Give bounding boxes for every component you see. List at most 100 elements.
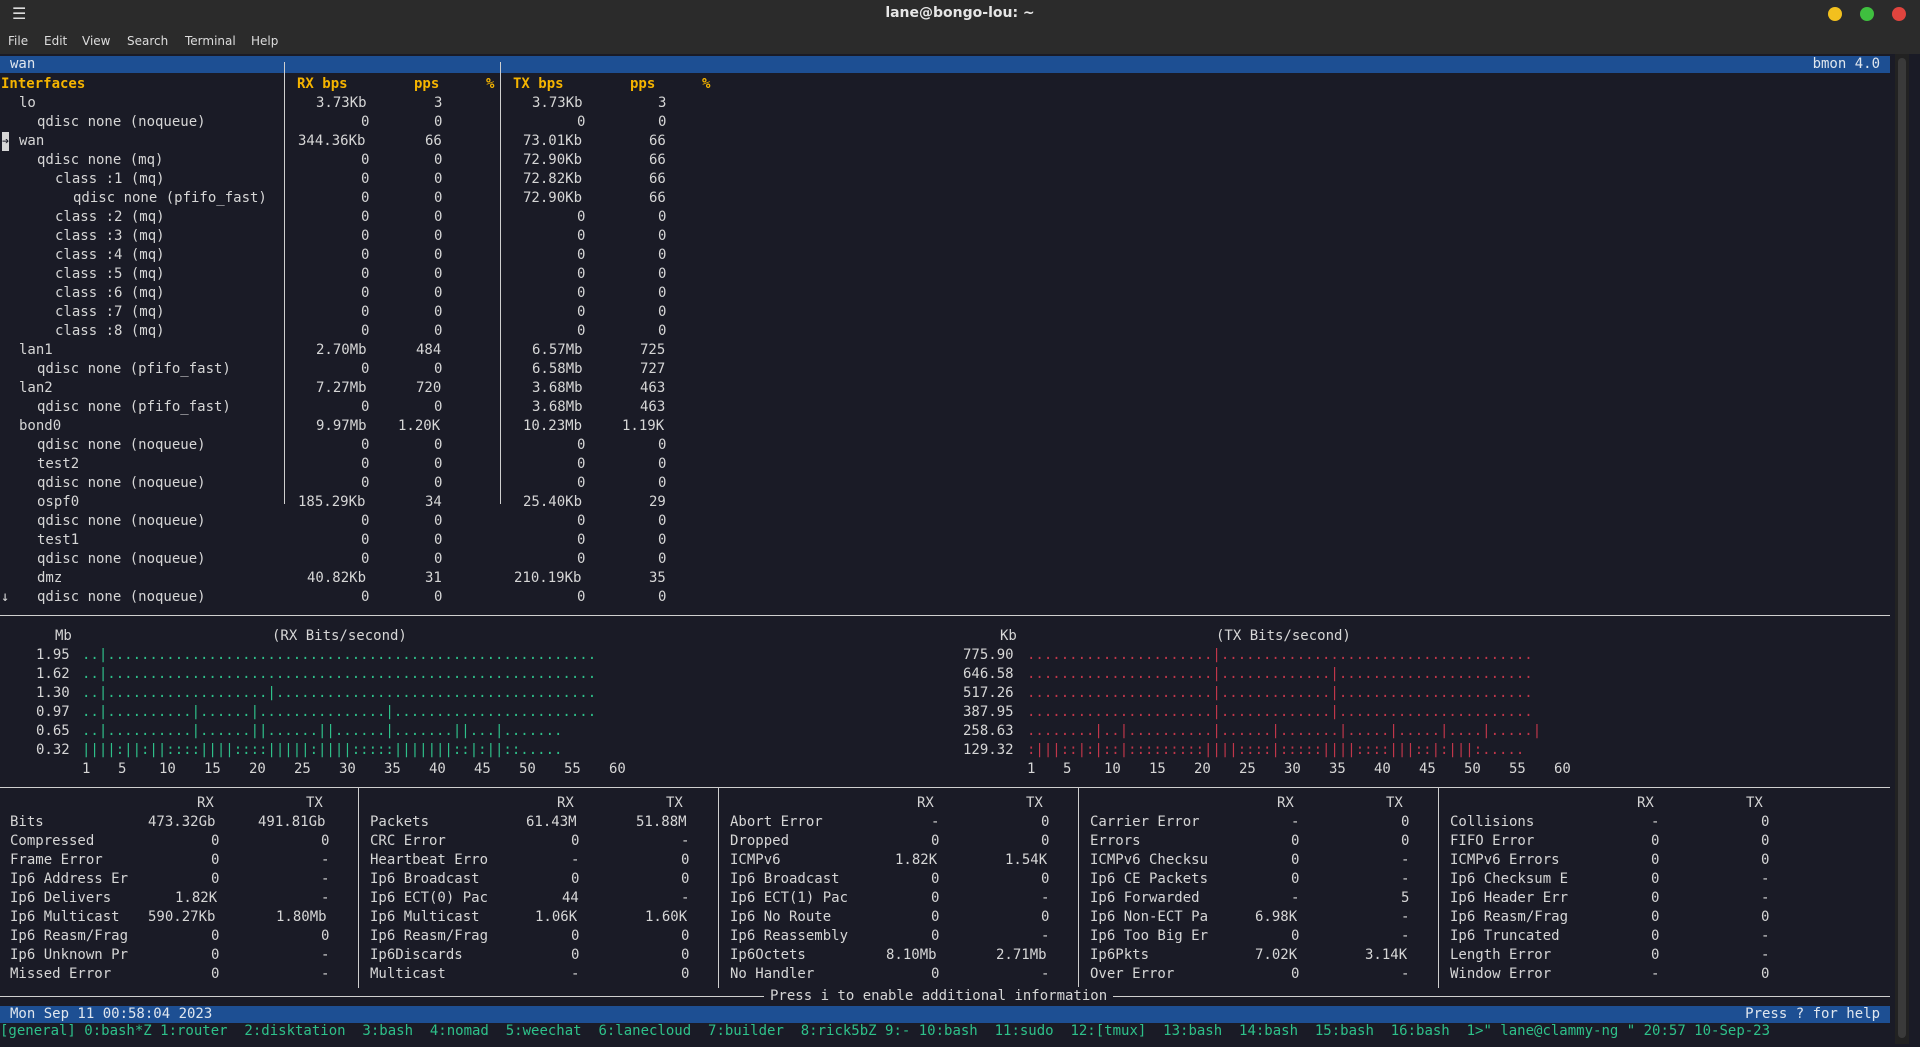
stat-tx-value: 0 — [681, 928, 690, 944]
stat-label: Ip6Discards — [370, 947, 463, 963]
tx-pps-value: 0 — [658, 475, 667, 491]
interface-row-name[interactable]: class :2 (mq) — [55, 208, 165, 227]
rx-pps-value: 0 — [434, 532, 443, 548]
stat-rx-value: 0 — [1291, 833, 1300, 849]
stat-label: Ip6 No Route — [730, 909, 832, 925]
interface-row-name[interactable]: bond0 — [19, 417, 61, 436]
tx-bps-value: 0 — [577, 285, 586, 301]
stat-tx-value: - — [1761, 871, 1770, 887]
stats-column-divider — [1438, 788, 1439, 988]
interface-row-name[interactable]: class :8 (mq) — [55, 322, 165, 341]
interface-row-name[interactable]: qdisc none (noqueue) — [37, 474, 206, 493]
tx-bps-header: TX bps — [513, 76, 564, 92]
tx-pps-value: 0 — [658, 589, 667, 605]
tx-graph-series-line: ......................|.................… — [1027, 647, 1533, 663]
stat-rx-value: - — [1291, 890, 1300, 906]
stats-tx-header: TX — [1746, 795, 1763, 811]
tx-bps-value: 3.68Mb — [532, 380, 583, 396]
menu-edit[interactable]: Edit — [44, 34, 67, 48]
interface-row-name[interactable]: class :6 (mq) — [55, 284, 165, 303]
interface-row-name[interactable]: qdisc none (noqueue) — [37, 588, 206, 607]
rx-graph-series-line: ..|.....................................… — [82, 647, 597, 663]
interface-row-name[interactable]: class :3 (mq) — [55, 227, 165, 246]
interface-row-name[interactable]: test2 — [37, 455, 79, 474]
tx-graph-xtick: 20 — [1194, 761, 1211, 777]
tx-pps-value: 0 — [658, 513, 667, 529]
stat-rx-value: 0 — [1651, 852, 1660, 868]
interface-row-name[interactable]: class :5 (mq) — [55, 265, 165, 284]
interface-row-name[interactable]: ospf0 — [37, 493, 79, 512]
column-divider — [500, 62, 501, 504]
stat-label: Over Error — [1090, 966, 1175, 982]
tx-graph-xtick: 30 — [1284, 761, 1301, 777]
stat-rx-value: 0 — [211, 871, 220, 887]
interface-row-name[interactable]: lan2 — [19, 379, 53, 398]
stat-label: Ip6 Reassembly — [730, 928, 849, 944]
interface-row-name[interactable]: lo — [19, 94, 36, 113]
interface-row-name[interactable]: class :7 (mq) — [55, 303, 165, 322]
stat-rx-value: 0 — [211, 833, 220, 849]
title-bar: ☰ lane@bongo-lou: ~ — [0, 0, 1920, 28]
minimize-button[interactable] — [1828, 7, 1842, 21]
stat-rx-value: 0 — [571, 871, 580, 887]
interface-row-name[interactable]: qdisc none (noqueue) — [37, 512, 206, 531]
maximize-button[interactable] — [1860, 7, 1874, 21]
stat-tx-value: 0 — [1761, 909, 1770, 925]
stats-divider — [0, 787, 1890, 788]
stat-rx-value: 0 — [1651, 890, 1660, 906]
interface-row-name[interactable]: lan1 — [19, 341, 53, 360]
interface-row-name[interactable]: qdisc none (mq) — [37, 151, 163, 170]
interface-row-name[interactable]: wan — [19, 132, 44, 151]
stat-tx-value: 0 — [1401, 833, 1410, 849]
scrollbar-thumb[interactable] — [1898, 58, 1906, 1038]
stat-tx-value: - — [1761, 947, 1770, 963]
tmux-status-bar[interactable]: [general] 0:bash*Z 1:router 2:disktation… — [0, 1023, 1890, 1042]
terminal-scrollbar[interactable] — [1895, 54, 1909, 1044]
interface-row-name[interactable]: test1 — [37, 531, 79, 550]
tx-bps-value: 0 — [577, 304, 586, 320]
interface-row-name[interactable]: qdisc none (noqueue) — [37, 113, 206, 132]
menu-search[interactable]: Search — [127, 34, 168, 48]
stat-tx-value: 0 — [1041, 833, 1050, 849]
stat-label: Ip6 Reasm/Frag — [370, 928, 489, 944]
interface-row-name[interactable]: class :1 (mq) — [55, 170, 165, 189]
interface-row-name[interactable]: qdisc none (pfifo_fast) — [73, 189, 267, 208]
status-datetime: Mon Sep 11 00:58:04 2023 — [10, 1006, 213, 1022]
stat-tx-value: - — [1401, 909, 1410, 925]
stat-rx-value: - — [571, 852, 580, 868]
menu-terminal[interactable]: Terminal — [185, 34, 236, 48]
tx-bps-value: 6.57Mb — [532, 342, 583, 358]
close-button[interactable] — [1892, 7, 1906, 21]
interface-row-name[interactable]: qdisc none (noqueue) — [37, 550, 206, 569]
menu-help[interactable]: Help — [251, 34, 278, 48]
stat-tx-value: 1.80Mb — [276, 909, 327, 925]
tx-bps-value: 0 — [577, 266, 586, 282]
stat-label: Errors — [1090, 833, 1141, 849]
stat-rx-value: 0 — [1291, 852, 1300, 868]
stat-rx-value: 0 — [571, 928, 580, 944]
stats-tx-header: TX — [1026, 795, 1043, 811]
interface-row-name[interactable]: qdisc none (pfifo_fast) — [37, 360, 231, 379]
menu-view[interactable]: View — [82, 34, 110, 48]
interface-row-name[interactable]: dmz — [37, 569, 62, 588]
tx-bps-value: 3.68Mb — [532, 399, 583, 415]
stat-label: Ip6 Reasm/Frag — [10, 928, 129, 944]
interface-row-name[interactable]: qdisc none (pfifo_fast) — [37, 398, 231, 417]
stat-label: ICMPv6 Checksu — [1090, 852, 1209, 868]
rx-graph-xtick: 50 — [519, 761, 536, 777]
menu-file[interactable]: File — [8, 34, 28, 48]
rx-graph-ytick: 0.65 — [36, 723, 70, 739]
stat-rx-value: 0 — [931, 928, 940, 944]
interface-row-name[interactable]: class :4 (mq) — [55, 246, 165, 265]
hint-text: Press i to enable additional information — [764, 987, 1114, 1006]
tx-graph-series-line: ........|..|..........|......|.......|..… — [1027, 723, 1542, 739]
tx-graph-ytick: 129.32 — [963, 742, 1014, 758]
terminal[interactable]: wan bmon 4.0 Interfaces RX bps pps% TX bps p… — [0, 54, 1890, 1047]
stats-rx-header: RX — [1637, 795, 1654, 811]
rx-graph-xtick: 15 — [204, 761, 221, 777]
stat-rx-value: 0 — [571, 947, 580, 963]
stat-tx-value: - — [1041, 928, 1050, 944]
interface-row-name[interactable]: qdisc none (noqueue) — [37, 436, 206, 455]
stat-rx-value: 0 — [931, 871, 940, 887]
rx-pps-value: 720 — [416, 380, 442, 396]
